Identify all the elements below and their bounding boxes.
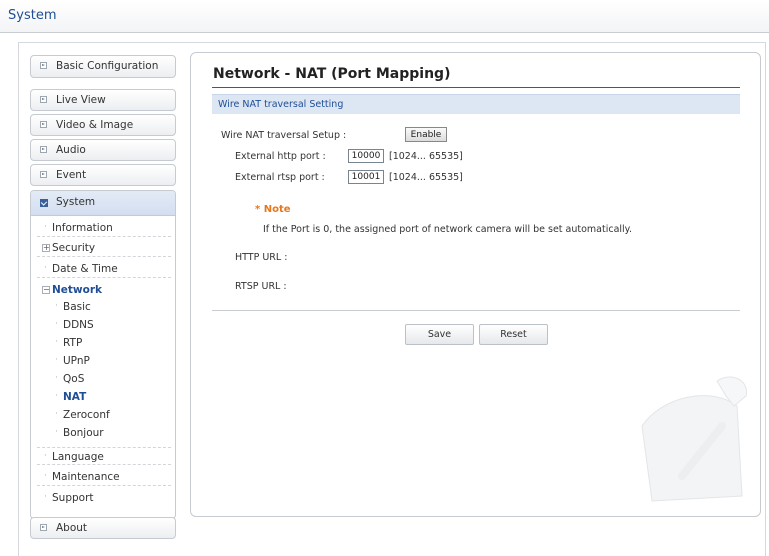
nav-system-group: System · Information + Security · Date &… — [30, 190, 176, 519]
http-port-range: [1024... 65535] — [389, 151, 463, 162]
sidebar-item-network[interactable]: − Network — [37, 281, 171, 299]
bullet-icon: · — [44, 471, 47, 481]
bullet-icon: · — [55, 373, 58, 383]
expand-icon — [40, 121, 47, 128]
expand-icon — [40, 524, 47, 531]
sidebar-subitem-label: Zeroconf — [63, 409, 110, 421]
nav-audio[interactable]: Audio — [30, 139, 176, 161]
section-header: Wire NAT traversal Setting — [212, 94, 740, 114]
sidebar-subitem-qos[interactable]: · QoS — [55, 371, 165, 388]
sidebar-subitem-bonjour[interactable]: · Bonjour — [55, 425, 165, 442]
note-heading: * Note — [255, 204, 291, 215]
http-port-input[interactable]: 10000 — [348, 149, 384, 163]
bullet-icon: · — [55, 319, 58, 329]
rtsp-port-label: External rtsp port : — [235, 172, 325, 183]
bullet-icon: · — [55, 301, 58, 311]
checked-icon — [40, 199, 48, 207]
expand-icon — [40, 146, 47, 153]
sidebar-item-label: Date & Time — [52, 263, 118, 275]
nav-system[interactable]: System — [31, 191, 175, 216]
sidebar-subitem-zeroconf[interactable]: · Zeroconf — [55, 407, 165, 424]
http-port-label: External http port : — [235, 151, 326, 162]
bullet-icon: · — [44, 263, 47, 273]
reset-button[interactable]: Reset — [479, 324, 548, 345]
sidebar-item-date-time[interactable]: · Date & Time — [37, 260, 171, 278]
expand-icon — [40, 171, 47, 178]
rtsp-port-range: [1024... 65535] — [389, 172, 463, 183]
section-title: Wire NAT traversal Setting — [218, 99, 344, 110]
sidebar-subitem-rtp[interactable]: · RTP — [55, 335, 165, 352]
sidebar-subitem-upnp[interactable]: · UPnP — [55, 353, 165, 370]
sidebar-item-label: Support — [52, 492, 94, 504]
title-divider — [212, 87, 740, 88]
nav-label: Audio — [56, 144, 86, 156]
bullet-icon: · — [55, 427, 58, 437]
nav-about[interactable]: About — [30, 517, 176, 539]
nav-label: System — [56, 196, 96, 208]
nav-basic-configuration[interactable]: Basic Configuration — [30, 55, 176, 78]
sidebar-item-security[interactable]: + Security — [37, 239, 171, 257]
nav-label: Basic Configuration — [56, 60, 159, 72]
save-button[interactable]: Save — [405, 324, 474, 345]
rtsp-port-input[interactable]: 10001 — [348, 170, 384, 184]
sidebar-item-label: Language — [52, 451, 104, 463]
bullet-icon: · — [44, 451, 47, 461]
header-title: System — [8, 8, 57, 23]
wrench-watermark-icon — [641, 376, 748, 502]
sidebar-item-language[interactable]: · Language — [37, 447, 171, 465]
sidebar-subitem-label: UPnP — [63, 355, 90, 367]
nav-label: Live View — [56, 94, 106, 106]
bullet-icon: · — [55, 409, 58, 419]
enable-button[interactable]: Enable — [405, 127, 447, 142]
bullet-icon: · — [44, 492, 47, 502]
sidebar-subitem-ddns[interactable]: · DDNS — [55, 317, 165, 334]
nav-live-view[interactable]: Live View — [30, 89, 176, 111]
page-title: Network - NAT (Port Mapping) — [213, 66, 451, 82]
sidebar-item-label: Information — [52, 222, 113, 234]
plus-icon[interactable]: + — [42, 244, 50, 252]
top-header: System — [0, 0, 769, 33]
sidebar-item-label: Maintenance — [52, 471, 120, 483]
nav-event[interactable]: Event — [30, 164, 176, 186]
sidebar-subitem-label: Bonjour — [63, 427, 104, 439]
sidebar-subitem-label: DDNS — [63, 319, 94, 331]
http-url-label: HTTP URL : — [235, 252, 288, 263]
sidebar-item-support[interactable]: · Support — [37, 489, 171, 507]
nav-label: About — [56, 522, 88, 534]
nav-video-image[interactable]: Video & Image — [30, 114, 176, 136]
expand-icon — [40, 96, 47, 103]
sidebar-subitem-basic[interactable]: · Basic — [55, 299, 165, 316]
sidebar-subitem-label: QoS — [63, 373, 85, 385]
sidebar-item-maintenance[interactable]: · Maintenance — [37, 468, 171, 486]
note-text: If the Port is 0, the assigned port of n… — [263, 224, 632, 235]
sidebar-subitem-nat[interactable]: · NAT — [55, 389, 165, 406]
bullet-icon: · — [44, 222, 47, 232]
bullet-icon: · — [55, 337, 58, 347]
setup-label: Wire NAT traversal Setup : — [221, 130, 347, 141]
sidebar-subitem-label: Basic — [63, 301, 91, 313]
main-panel: Network - NAT (Port Mapping) Wire NAT tr… — [190, 52, 761, 517]
sidebar-item-label: Security — [52, 242, 96, 254]
bullet-icon: · — [55, 355, 58, 365]
minus-icon[interactable]: − — [42, 286, 50, 294]
form-divider — [212, 310, 740, 311]
sidebar-subitem-label: RTP — [63, 337, 83, 349]
rtsp-url-label: RTSP URL : — [235, 281, 287, 292]
nav-label: Video & Image — [56, 119, 134, 131]
sidebar-item-information[interactable]: · Information — [37, 219, 171, 237]
nav-label: Event — [56, 169, 87, 181]
expand-icon — [40, 62, 47, 69]
sidebar-item-label: Network — [52, 284, 103, 296]
bullet-icon: · — [55, 391, 58, 401]
sidebar-subitem-label: NAT — [63, 391, 87, 403]
